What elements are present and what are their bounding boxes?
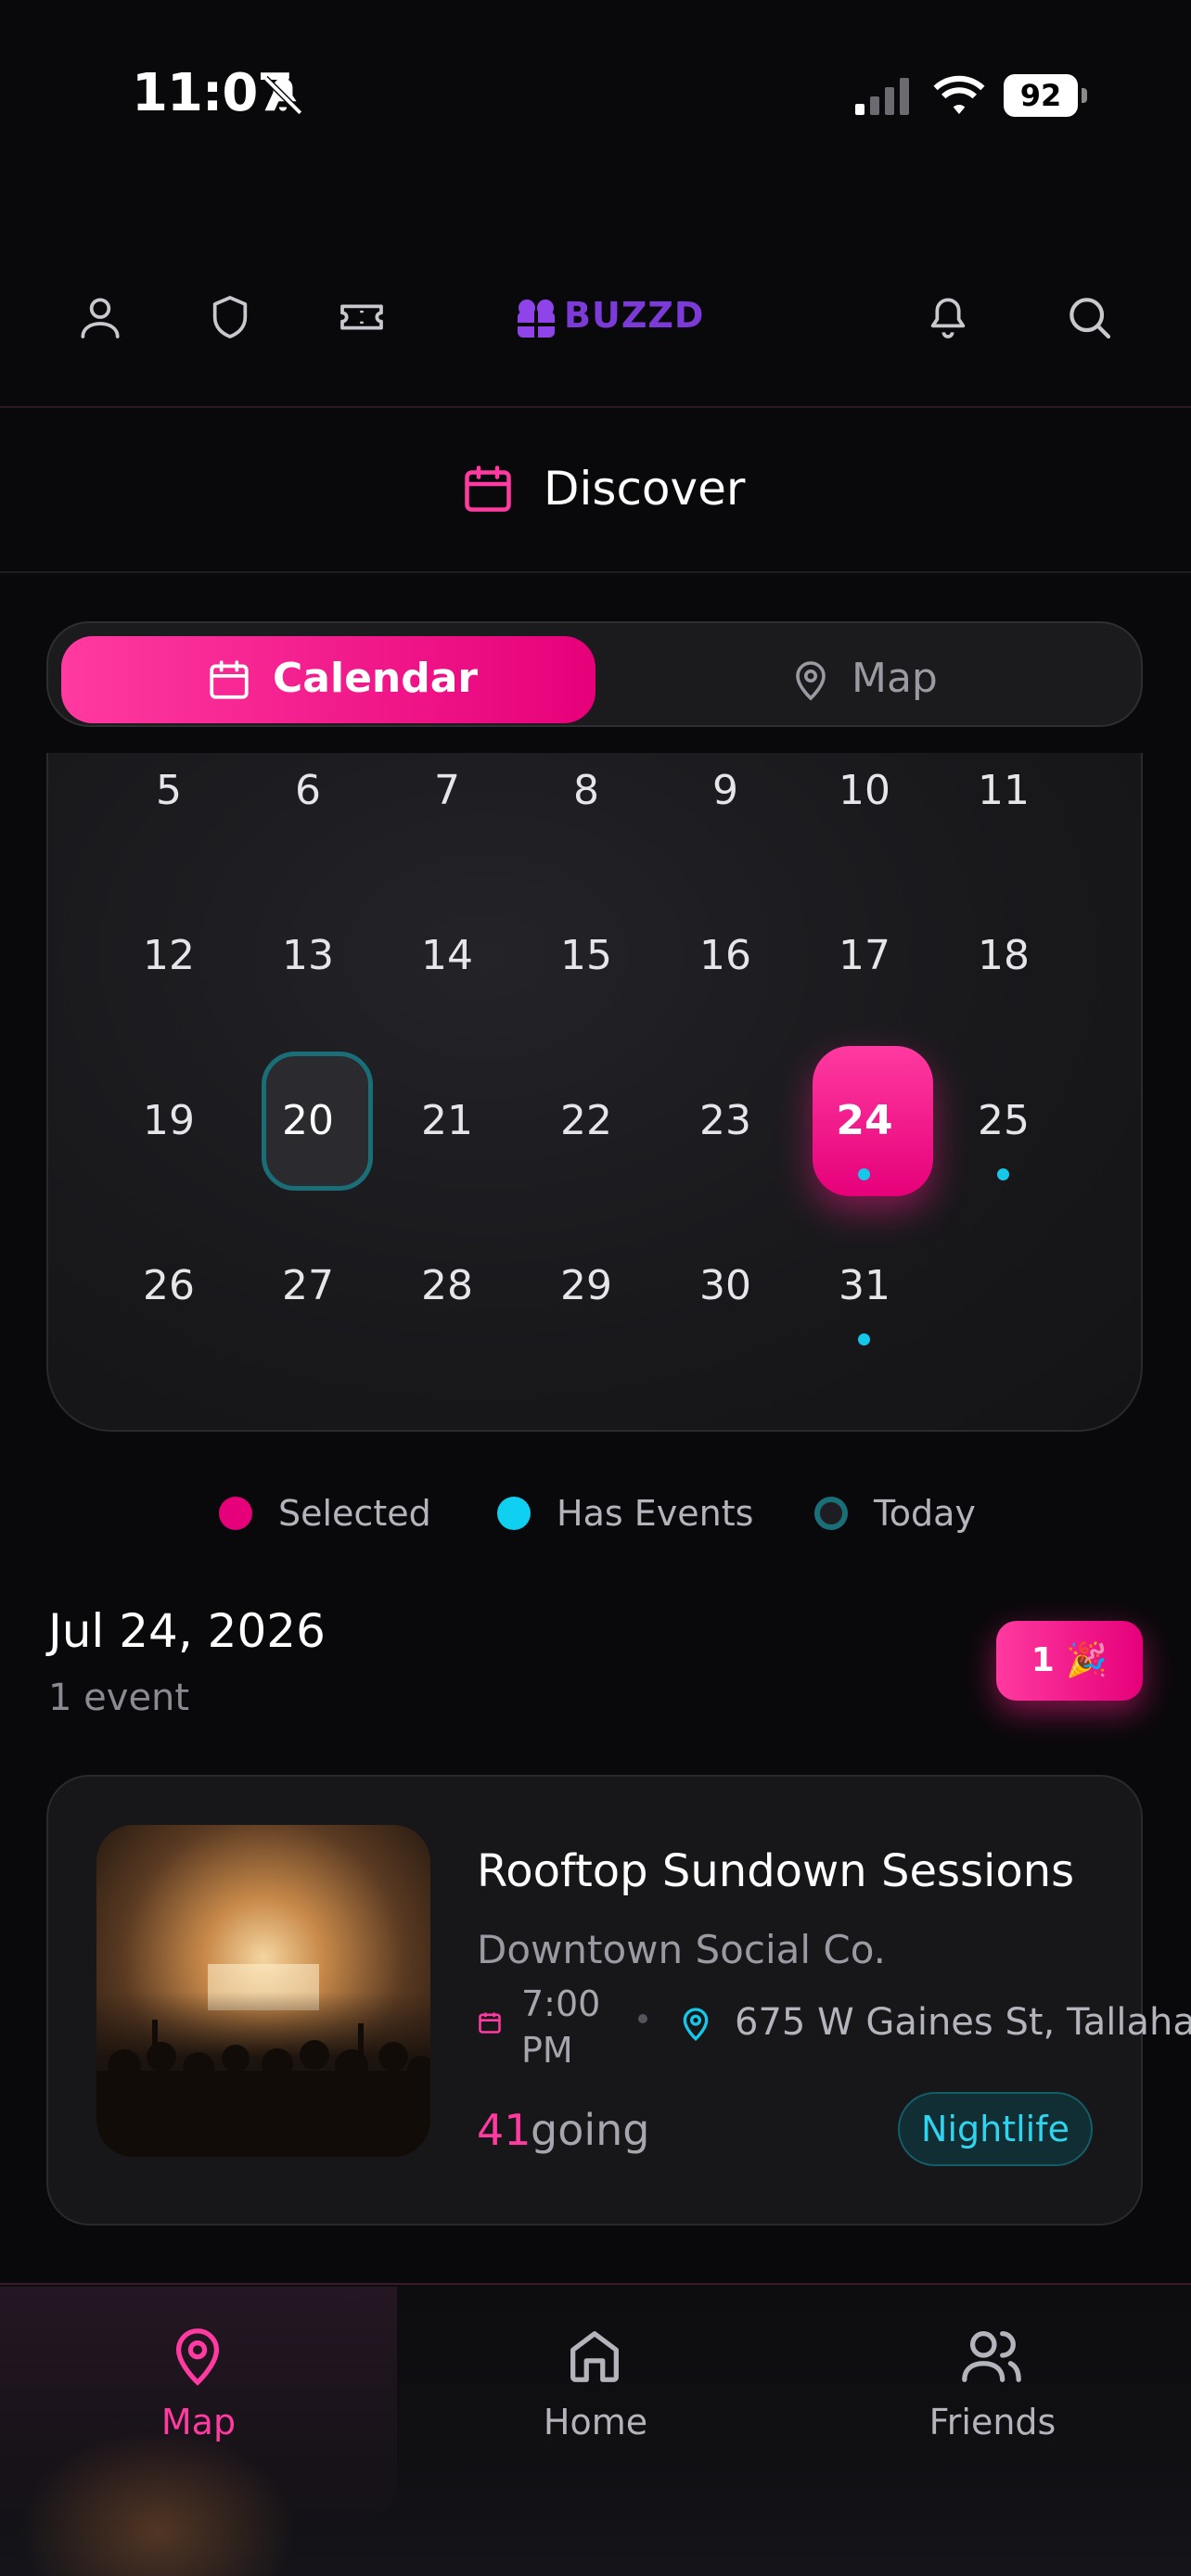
calendar-icon [465,465,511,512]
calendar-day[interactable]: 28 [391,1254,503,1319]
calendar-day[interactable]: 9 [670,759,781,823]
calendar-day[interactable]: 22 [531,1089,642,1154]
calendar-day[interactable]: 30 [670,1254,781,1319]
home-icon[interactable] [562,2322,627,2389]
calendar-day[interactable]: 7 [391,759,503,823]
header-divider [0,406,1191,408]
logo-text: BUZZD [564,295,705,336]
calendar-icon [210,660,249,699]
event-count-text: 1 event [48,1677,190,1719]
legend-events-dot [497,1497,531,1530]
tab-map-label[interactable]: Map [59,2402,338,2442]
calendar-day[interactable]: 11 [948,759,1059,823]
friends-icon[interactable] [959,2322,1024,2389]
legend-today-label: Today [874,1493,976,1534]
calendar-day[interactable]: 17 [809,924,920,988]
category-tag[interactable]: Nightlife [898,2092,1093,2166]
wifi-icon [933,75,985,114]
calendar-day[interactable]: 29 [531,1254,642,1319]
selected-date-title: Jul 24, 2026 [48,1604,326,1658]
map-pin-icon[interactable] [165,2322,230,2389]
event-indicator-dot [997,1168,1009,1180]
calendar-day[interactable]: 20 [252,1089,364,1154]
battery-level: 92 [1019,78,1062,113]
event-indicator-dot [858,1333,870,1345]
calendar-day[interactable]: 12 [113,924,224,988]
shield-icon[interactable] [204,291,256,343]
calendar-day[interactable]: 21 [391,1089,503,1154]
going-label: going [531,2105,650,2155]
going-count: 41 [477,2105,531,2155]
battery-indicator: 92 [1004,74,1089,117]
bell-off-icon [263,75,303,116]
search-icon[interactable] [1063,291,1115,343]
map-tab-label[interactable]: Map [852,655,938,702]
calendar-day[interactable]: 14 [391,924,503,988]
concert-crowd-image [96,1825,430,2157]
legend-today-dot [814,1497,848,1530]
location-pin-icon [683,2008,709,2041]
event-indicator-dot [858,1168,870,1180]
map-pin-icon[interactable] [788,656,833,704]
event-venue: Downtown Social Co. [477,1927,886,1972]
separator-dot [638,2014,647,2023]
legend-selected-dot [219,1497,252,1530]
legend-events-label: Has Events [557,1493,754,1534]
calendar-tab-label: Calendar [273,655,479,702]
calendar-day[interactable]: 24 [809,1089,920,1154]
signal-icon [855,78,909,115]
calendar-day[interactable]: 6 [252,759,364,823]
tab-friends-label[interactable]: Friends [853,2402,1132,2442]
calendar-day[interactable]: 18 [948,924,1059,988]
calendar-day[interactable]: 26 [113,1254,224,1319]
calendar-day[interactable]: 25 [948,1089,1059,1154]
event-title[interactable]: Rooftop Sundown Sessions [477,1845,1074,1897]
calendar-day[interactable]: 23 [670,1089,781,1154]
page-title: Discover [544,462,746,516]
calendar-day[interactable]: 10 [809,759,920,823]
calendar-day[interactable]: 13 [252,924,364,988]
bell-icon[interactable] [922,291,974,343]
calendar-day[interactable]: 27 [252,1254,364,1319]
section-divider [0,571,1191,573]
calendar-icon [479,2012,501,2034]
calendar-day[interactable]: 5 [113,759,224,823]
calendar-day[interactable]: 15 [531,924,642,988]
legend-selected-label: Selected [278,1493,431,1534]
calendar-day[interactable]: 16 [670,924,781,988]
event-address: 675 W Gaines St, Tallaha [735,2001,1191,2044]
profile-icon[interactable] [74,291,126,343]
calendar-day[interactable]: 19 [113,1089,224,1154]
calendar-day[interactable]: 8 [531,759,642,823]
calendar-day[interactable]: 31 [809,1254,920,1319]
event-time: 7:00 PM [521,1983,601,2071]
ticket-icon[interactable] [336,291,388,343]
event-count-badge: 1 🎉 [996,1621,1143,1701]
tab-home-label[interactable]: Home [456,2402,735,2442]
